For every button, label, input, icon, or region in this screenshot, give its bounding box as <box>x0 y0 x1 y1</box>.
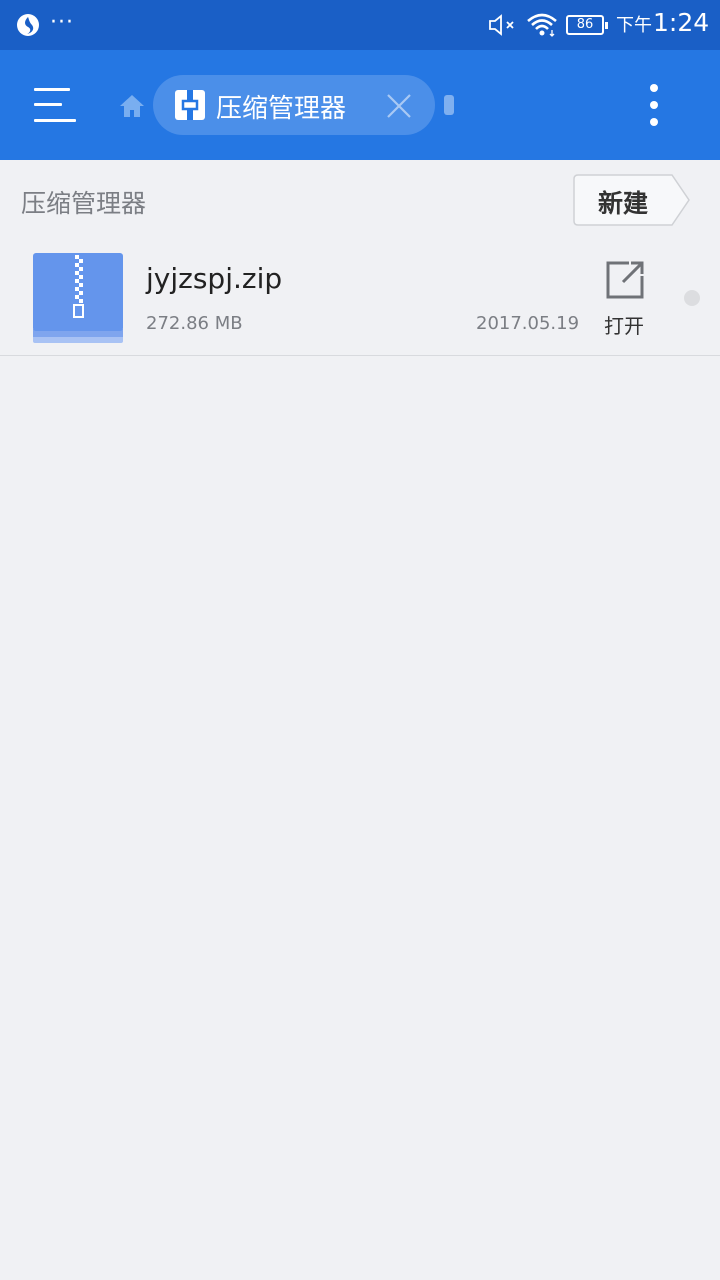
path-bar: 压缩管理器 新建 <box>0 160 720 242</box>
tab-label: 压缩管理器 <box>216 94 347 124</box>
file-date: 2017.05.19 <box>476 313 580 334</box>
tab-compress-manager[interactable]: 压缩管理器 <box>153 75 435 135</box>
mute-icon <box>489 14 514 36</box>
notification-more: ··· <box>50 10 74 35</box>
more-vert-icon[interactable] <box>640 82 668 128</box>
open-button-label: 打开 <box>604 314 644 338</box>
next-tab-indicator[interactable] <box>444 95 454 115</box>
path-title: 压缩管理器 <box>21 189 147 218</box>
hamburger-menu-icon[interactable] <box>34 88 78 122</box>
clock-ampm: 下午 <box>616 15 652 36</box>
battery-icon: 86 <box>566 15 608 35</box>
file-size: 272.86 MB <box>146 313 243 334</box>
file-name: jyjzspj.zip <box>146 262 283 295</box>
archive-icon <box>175 90 205 120</box>
open-external-icon <box>606 261 644 299</box>
new-button[interactable]: 新建 <box>573 174 691 226</box>
new-button-label: 新建 <box>598 189 649 218</box>
home-icon[interactable] <box>119 94 145 118</box>
app-bar: 压缩管理器 <box>0 50 720 160</box>
list-item[interactable]: jyjzspj.zip 272.86 MB 2017.05.19 打开 <box>0 242 720 356</box>
status-bar: ··· 86 下午1:24 <box>0 0 720 50</box>
app-notification-icon <box>17 14 39 36</box>
wifi-icon <box>527 13 557 37</box>
open-button[interactable]: 打开 <box>596 258 656 338</box>
select-checkbox[interactable] <box>684 290 700 306</box>
zip-file-icon <box>33 253 123 343</box>
close-icon[interactable] <box>386 93 412 119</box>
clock: 下午1:24 <box>616 8 709 37</box>
clock-time: 1:24 <box>653 8 710 37</box>
